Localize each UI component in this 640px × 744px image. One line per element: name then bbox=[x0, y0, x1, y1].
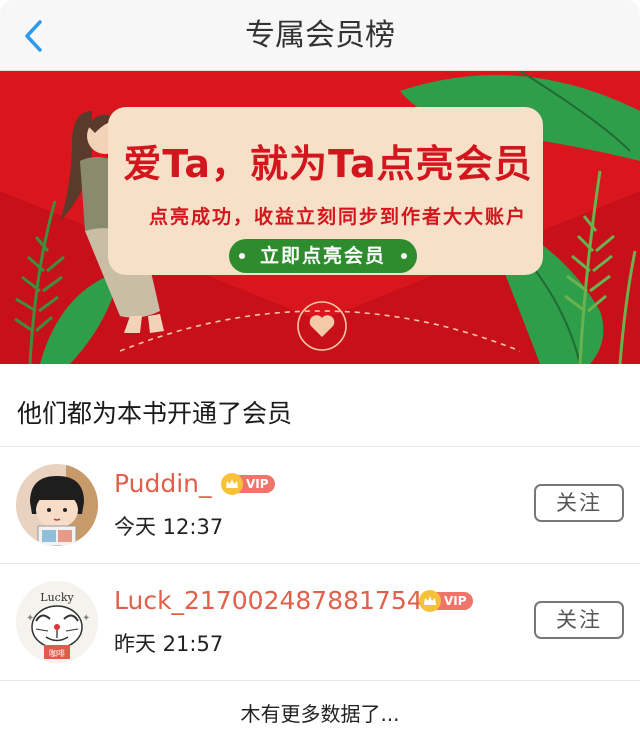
follow-button[interactable]: 关注 bbox=[534, 601, 624, 639]
crown-icon bbox=[221, 473, 243, 495]
nav-header: 专属会员榜 bbox=[0, 0, 640, 71]
no-more-data-note: 木有更多数据了... bbox=[240, 702, 400, 726]
vip-badge: VIP bbox=[419, 590, 473, 612]
banner-headline: 爱Ta，就为Ta点亮会员 bbox=[123, 142, 533, 186]
dot-icon bbox=[401, 253, 407, 259]
avatar[interactable] bbox=[16, 464, 98, 546]
vip-badge: VIP bbox=[221, 473, 275, 495]
avatar-lucky-text: Lucky bbox=[40, 591, 74, 604]
svg-text:✦: ✦ bbox=[26, 613, 34, 624]
divider bbox=[0, 680, 640, 681]
svg-text:✦: ✦ bbox=[82, 613, 90, 624]
page-title: 专属会员榜 bbox=[245, 18, 395, 53]
member-name[interactable]: Luck_217002487881754 bbox=[114, 586, 423, 615]
crown-icon bbox=[419, 590, 441, 612]
list-item: Lucky 咖啡 ✦ ✦ Luck_217002487881754 VIP 昨天… bbox=[0, 564, 640, 680]
member-time: 昨天 21:57 bbox=[114, 632, 224, 656]
promo-banner[interactable]: 爱Ta，就为Ta点亮会员 点亮成功，收益立刻同步到作者大大账户 立即点亮会员 bbox=[0, 71, 640, 364]
list-item: Puddin_ VIP 今天 12:37 关注 bbox=[0, 447, 640, 563]
light-up-membership-label: 立即点亮会员 bbox=[259, 245, 386, 267]
dot-icon bbox=[239, 253, 245, 259]
banner-subtitle: 点亮成功，收益立刻同步到作者大大账户 bbox=[148, 206, 527, 228]
light-up-membership-button[interactable]: 立即点亮会员 bbox=[229, 239, 417, 273]
member-name[interactable]: Puddin_ bbox=[114, 469, 212, 498]
avatar-tag-text: 咖啡 bbox=[49, 648, 65, 658]
avatar[interactable]: Lucky 咖啡 ✦ ✦ bbox=[16, 581, 98, 663]
avatar-girl-image bbox=[16, 464, 98, 546]
follow-button[interactable]: 关注 bbox=[534, 484, 624, 522]
avatar-doraemon-image: Lucky 咖啡 ✦ ✦ bbox=[16, 581, 98, 663]
section-title: 他们都为本书开通了会员 bbox=[17, 399, 293, 428]
member-time: 今天 12:37 bbox=[114, 515, 224, 539]
